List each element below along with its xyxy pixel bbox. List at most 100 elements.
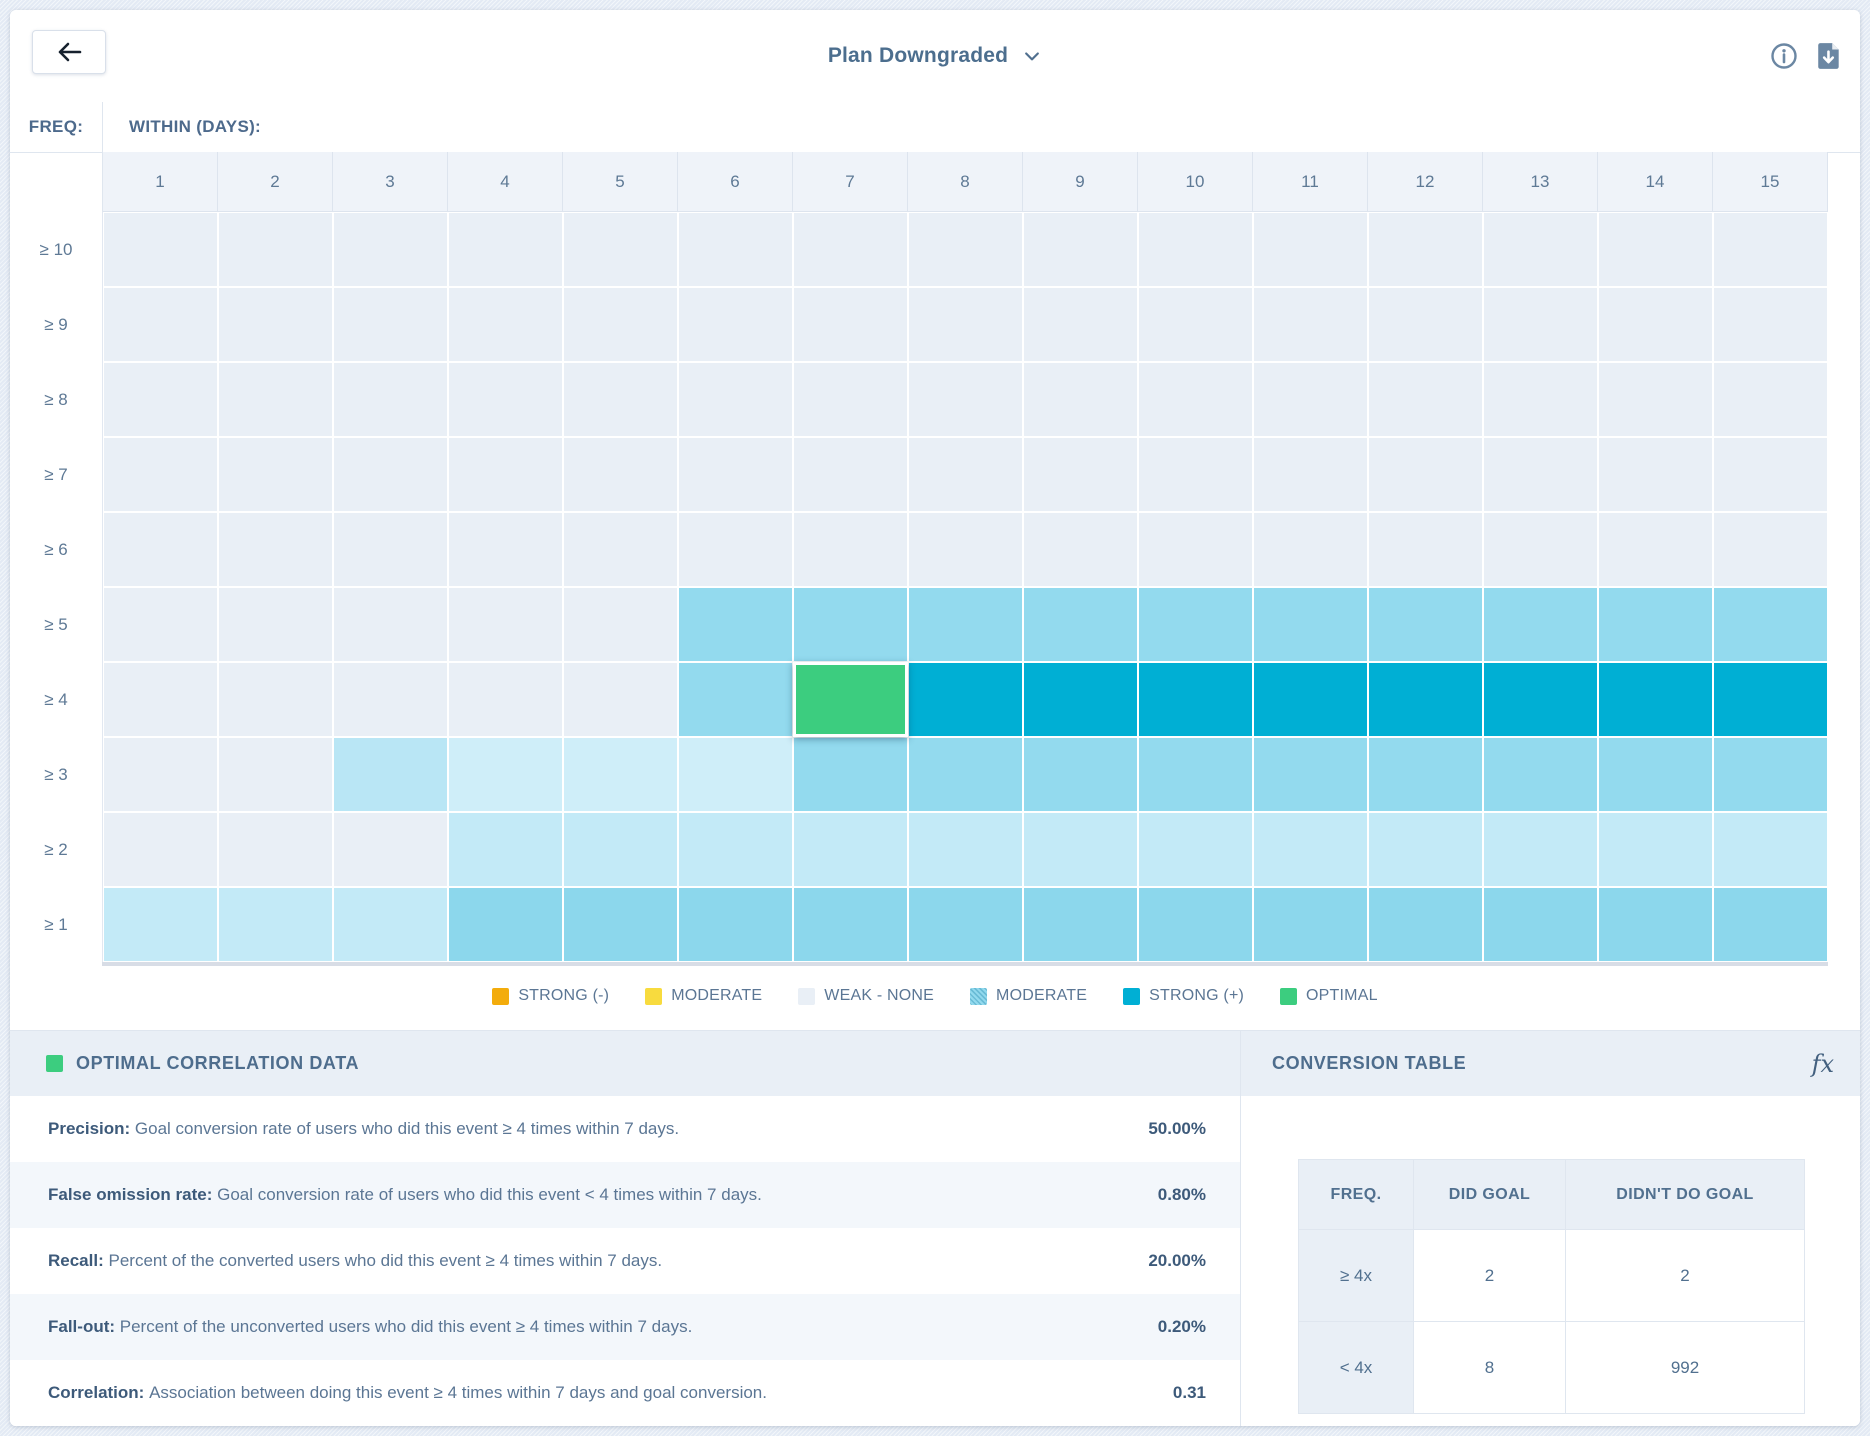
heatmap-cell[interactable]: [333, 587, 448, 662]
heatmap-cell[interactable]: [448, 212, 563, 287]
heatmap-cell[interactable]: [1023, 437, 1138, 512]
heatmap-cell[interactable]: [1023, 662, 1138, 737]
heatmap-cell[interactable]: [1253, 362, 1368, 437]
heatmap-cell[interactable]: [563, 437, 678, 512]
heatmap-cell[interactable]: [1138, 587, 1253, 662]
heatmap-cell[interactable]: [1598, 287, 1713, 362]
event-selector[interactable]: Plan Downgraded: [10, 10, 1860, 102]
heatmap-cell-optimal[interactable]: [793, 662, 908, 737]
heatmap-cell[interactable]: [1713, 287, 1828, 362]
heatmap-cell[interactable]: [908, 737, 1023, 812]
heatmap-cell[interactable]: [1598, 887, 1713, 962]
heatmap-cell[interactable]: [563, 662, 678, 737]
heatmap-cell[interactable]: [1598, 212, 1713, 287]
heatmap-cell[interactable]: [1253, 512, 1368, 587]
heatmap-cell[interactable]: [103, 812, 218, 887]
heatmap-cell[interactable]: [1253, 662, 1368, 737]
heatmap-cell[interactable]: [103, 662, 218, 737]
heatmap-cell[interactable]: [908, 287, 1023, 362]
heatmap-cell[interactable]: [1483, 587, 1598, 662]
heatmap-cell[interactable]: [1253, 812, 1368, 887]
heatmap-cell[interactable]: [1713, 587, 1828, 662]
info-icon[interactable]: [1770, 42, 1798, 70]
heatmap-cell[interactable]: [1598, 737, 1713, 812]
heatmap-cell[interactable]: [908, 362, 1023, 437]
heatmap-cell[interactable]: [333, 812, 448, 887]
heatmap-cell[interactable]: [1713, 362, 1828, 437]
heatmap-cell[interactable]: [218, 437, 333, 512]
heatmap-cell[interactable]: [448, 662, 563, 737]
heatmap-cell[interactable]: [103, 737, 218, 812]
heatmap-cell[interactable]: [1713, 437, 1828, 512]
heatmap-cell[interactable]: [1483, 887, 1598, 962]
heatmap-cell[interactable]: [563, 212, 678, 287]
heatmap-cell[interactable]: [103, 362, 218, 437]
heatmap-cell[interactable]: [563, 887, 678, 962]
heatmap-cell[interactable]: [333, 362, 448, 437]
heatmap-cell[interactable]: [1368, 737, 1483, 812]
heatmap-cell[interactable]: [793, 737, 908, 812]
formula-icon[interactable]: fx: [1812, 1031, 1834, 1096]
download-icon[interactable]: [1816, 42, 1842, 70]
heatmap-cell[interactable]: [563, 287, 678, 362]
heatmap-cell[interactable]: [1713, 812, 1828, 887]
heatmap-cell[interactable]: [218, 812, 333, 887]
heatmap-cell[interactable]: [678, 662, 793, 737]
heatmap-cell[interactable]: [448, 512, 563, 587]
heatmap-cell[interactable]: [218, 287, 333, 362]
heatmap-cell[interactable]: [1483, 737, 1598, 812]
heatmap-cell[interactable]: [1368, 887, 1483, 962]
heatmap-cell[interactable]: [1023, 362, 1138, 437]
heatmap-cell[interactable]: [1368, 287, 1483, 362]
heatmap-cell[interactable]: [1138, 737, 1253, 812]
heatmap-cell[interactable]: [1253, 212, 1368, 287]
heatmap-cell[interactable]: [103, 437, 218, 512]
heatmap-cell[interactable]: [1138, 512, 1253, 587]
heatmap-cell[interactable]: [1023, 212, 1138, 287]
heatmap-cell[interactable]: [333, 737, 448, 812]
heatmap-cell[interactable]: [1368, 512, 1483, 587]
heatmap-cell[interactable]: [1023, 587, 1138, 662]
heatmap-cell[interactable]: [1253, 887, 1368, 962]
heatmap-cell[interactable]: [563, 812, 678, 887]
heatmap-cell[interactable]: [333, 212, 448, 287]
heatmap-cell[interactable]: [1138, 287, 1253, 362]
heatmap-cell[interactable]: [1138, 662, 1253, 737]
heatmap-cell[interactable]: [1598, 362, 1713, 437]
heatmap-cell[interactable]: [678, 212, 793, 287]
heatmap-cell[interactable]: [1253, 287, 1368, 362]
heatmap-cell[interactable]: [793, 287, 908, 362]
heatmap-cell[interactable]: [908, 212, 1023, 287]
heatmap-cell[interactable]: [1023, 737, 1138, 812]
heatmap-cell[interactable]: [1138, 437, 1253, 512]
heatmap-cell[interactable]: [1368, 437, 1483, 512]
heatmap-cell[interactable]: [1598, 437, 1713, 512]
heatmap-cell[interactable]: [1483, 362, 1598, 437]
heatmap-cell[interactable]: [1138, 212, 1253, 287]
heatmap-cell[interactable]: [1368, 362, 1483, 437]
heatmap-cell[interactable]: [218, 887, 333, 962]
heatmap-cell[interactable]: [1598, 587, 1713, 662]
heatmap-cell[interactable]: [1023, 512, 1138, 587]
heatmap-cell[interactable]: [793, 437, 908, 512]
heatmap-cell[interactable]: [448, 437, 563, 512]
heatmap-cell[interactable]: [1713, 887, 1828, 962]
heatmap-cell[interactable]: [1253, 437, 1368, 512]
heatmap-cell[interactable]: [678, 887, 793, 962]
heatmap-cell[interactable]: [1598, 662, 1713, 737]
heatmap-cell[interactable]: [1483, 812, 1598, 887]
heatmap-cell[interactable]: [1138, 362, 1253, 437]
heatmap-cell[interactable]: [678, 812, 793, 887]
heatmap-cell[interactable]: [793, 212, 908, 287]
heatmap-cell[interactable]: [1138, 887, 1253, 962]
heatmap-cell[interactable]: [1598, 512, 1713, 587]
heatmap-cell[interactable]: [218, 212, 333, 287]
heatmap-cell[interactable]: [1483, 437, 1598, 512]
heatmap-cell[interactable]: [103, 287, 218, 362]
heatmap-cell[interactable]: [908, 437, 1023, 512]
heatmap-cell[interactable]: [793, 587, 908, 662]
heatmap-cell[interactable]: [908, 662, 1023, 737]
heatmap-cell[interactable]: [218, 362, 333, 437]
heatmap-cell[interactable]: [1713, 737, 1828, 812]
heatmap-cell[interactable]: [678, 362, 793, 437]
